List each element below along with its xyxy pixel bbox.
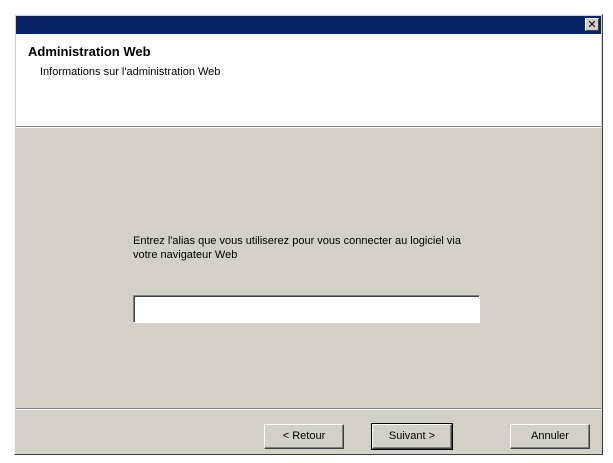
footer-divider	[16, 408, 601, 410]
title-bar: ✕	[16, 16, 601, 34]
setup-wizard-window: ✕ Administration Web Informations sur l'…	[14, 14, 603, 455]
page-title: Administration Web	[28, 44, 151, 59]
next-button[interactable]: Suivant >	[371, 423, 453, 450]
alias-input[interactable]	[133, 295, 480, 323]
next-button-label: Suivant >	[388, 430, 436, 442]
page-subtitle: Informations sur l'administration Web	[40, 66, 221, 78]
header-divider	[16, 127, 601, 128]
cancel-button[interactable]: Annuler	[510, 424, 590, 449]
close-icon[interactable]: ✕	[585, 18, 599, 31]
alias-instruction: Entrez l'alias que vous utiliserez pour …	[133, 235, 461, 261]
back-button-label: < Retour	[282, 430, 326, 442]
cancel-button-label: Annuler	[531, 430, 569, 442]
back-button[interactable]: < Retour	[264, 424, 344, 449]
wizard-header: Administration Web Informations sur l'ad…	[16, 34, 601, 127]
